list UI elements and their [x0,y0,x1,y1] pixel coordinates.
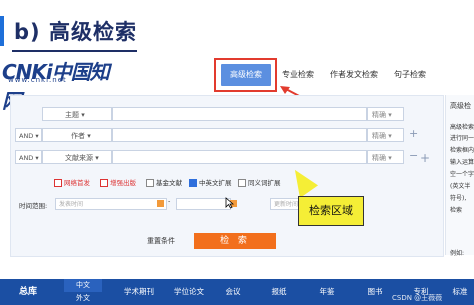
match-label: 精确 [372,154,386,162]
nav-total[interactable]: 总库 [8,281,48,303]
logic-label: AND [19,154,34,162]
start-date-input[interactable]: 发表时间 [55,198,167,210]
mouse-cursor-icon [225,197,234,209]
nav-journals[interactable]: 学术期刊 [116,281,162,303]
add-row-icon-2[interactable]: + [420,151,430,165]
nav-standards[interactable]: 标准 [446,281,474,303]
checkbox-label: 网络首发 [64,179,90,187]
help-line: (英文半 [450,183,471,190]
end-date-input[interactable] [176,198,231,210]
search-button[interactable]: 检 索 [194,233,276,249]
help-title: 高级检 [450,102,471,110]
checkbox-box [54,179,62,187]
match-select-1[interactable]: 精确 ▾ [367,107,404,121]
slide-header: b) 高级检索 [0,10,474,52]
field-select-author[interactable]: 作者 ▾ [42,128,112,142]
logo-url: www.cnki.net [8,76,67,84]
field-label: 主题 [65,111,79,119]
field-select-source[interactable]: 文献来源 ▾ [42,150,112,164]
help-example-label: 例如: [450,250,465,257]
field-label: 文献来源 [65,154,93,162]
nav-theses[interactable]: 学位论文 [166,281,212,303]
title-underline [12,50,137,52]
tab-professional-search[interactable]: 专业检索 [278,64,318,86]
search-input-1[interactable] [112,107,367,121]
match-label: 精确 [372,132,386,140]
cnki-logo[interactable]: CNKi中国知网 www.cnki.net [0,56,115,113]
time-range-label: 时间范围: [19,202,48,210]
help-line: 高级检索 [450,124,474,131]
watermark: CSDN @王薇薇 [392,294,443,302]
reset-button[interactable]: 重置条件 [147,236,175,246]
help-line: 检索 [450,207,463,214]
title-accent-bar [0,16,4,46]
lang-foreign[interactable]: 外文 [64,292,102,305]
search-area-callout: 检索区域 [298,196,364,226]
help-line: 检索框内 [450,147,474,154]
checkbox-label: 同义词扩展 [248,179,281,187]
lang-chinese[interactable]: 中文 [64,279,102,292]
date-separator: - [168,197,171,205]
logic-select-2[interactable]: AND ▾ [15,128,42,142]
highlight-box [214,58,277,92]
help-line: 空一个字 [450,171,474,178]
checkbox-label: 增强出版 [110,179,136,187]
help-line: 进行同一 [450,135,474,142]
checkbox-fund[interactable]: 基金文献 [146,178,182,188]
match-select-3[interactable]: 精确 ▾ [367,150,404,164]
add-row-icon[interactable]: + [409,127,418,140]
field-select-topic[interactable]: 主题 ▾ [42,107,112,121]
search-input-3[interactable] [112,150,367,164]
nav-conference[interactable]: 会议 [218,281,248,303]
checkbox-enhanced[interactable]: 增强出版 [100,178,136,188]
checkbox-cn-en-expand[interactable]: 中英文扩展 [189,178,232,188]
calendar-icon[interactable] [157,200,164,207]
checkbox-box [189,179,197,187]
checkbox-box [238,179,246,187]
match-label: 精确 [372,111,386,119]
checkbox-box [100,179,108,187]
checkbox-label: 中英文扩展 [199,179,232,187]
help-line: 输入运算 [450,159,474,166]
field-label: 作者 [71,132,85,140]
nav-books[interactable]: 图书 [360,281,390,303]
checkbox-online-first[interactable]: 网络首发 [54,178,90,188]
nav-yearbook[interactable]: 年鉴 [312,281,342,303]
checkbox-synonym-expand[interactable]: 同义词扩展 [238,178,281,188]
tab-sentence-search[interactable]: 句子检索 [390,64,430,86]
search-input-2[interactable] [112,128,367,142]
checkbox-box [146,179,154,187]
help-line: 符号), [450,195,467,202]
match-select-2[interactable]: 精确 ▾ [367,128,404,142]
page-title: b) 高级检索 [14,20,137,44]
nav-newspaper[interactable]: 报纸 [264,281,294,303]
checkbox-label: 基金文献 [156,179,182,187]
logic-label: AND [19,132,34,140]
logic-select-3[interactable]: AND ▾ [15,150,42,164]
remove-row-icon[interactable]: − [409,149,418,162]
tab-author-search[interactable]: 作者发文检索 [326,64,382,86]
